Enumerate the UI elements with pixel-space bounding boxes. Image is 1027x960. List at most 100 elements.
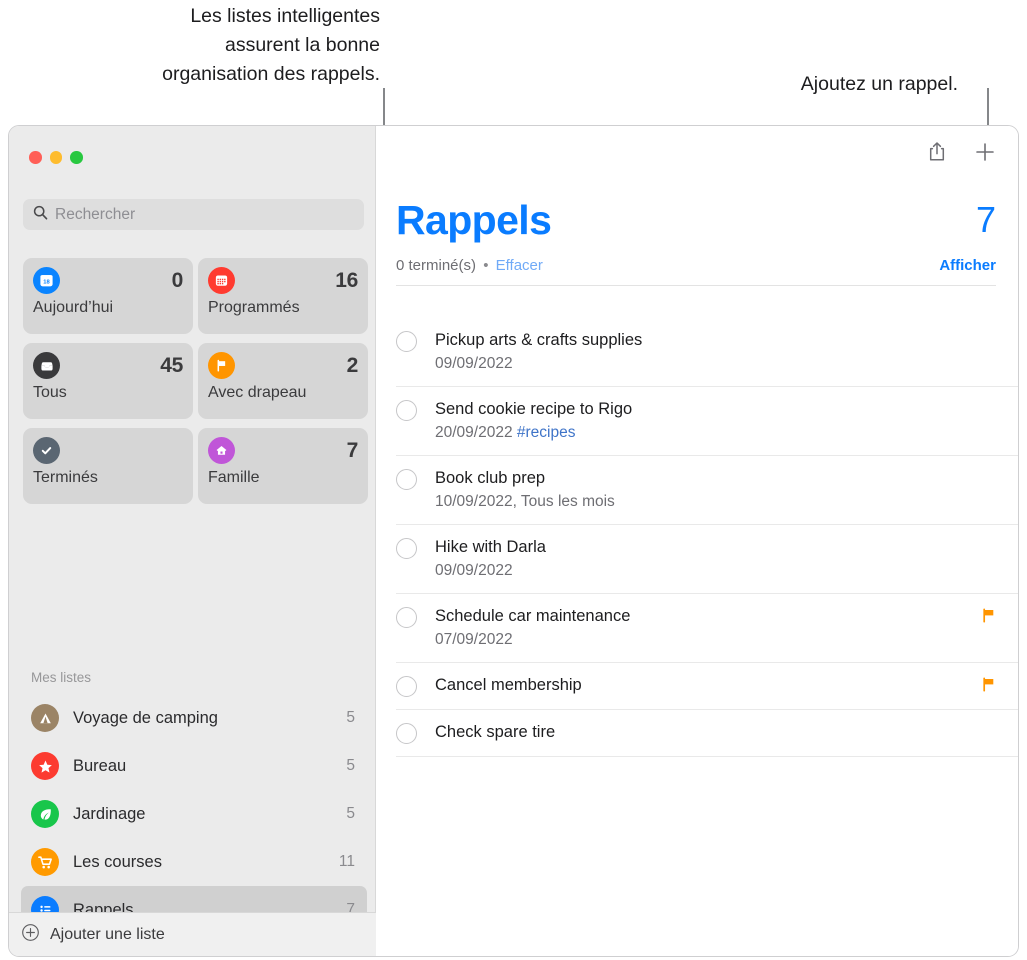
calendar-today-icon: 18: [33, 267, 60, 294]
main-toolbar: [926, 140, 996, 164]
main-content: Rappels 7 0 terminé(s) • Effacer Affiche…: [376, 126, 1018, 956]
sidebar-item-label: Bureau: [73, 757, 346, 776]
reminder-row[interactable]: Hike with Darla 09/09/2022: [396, 525, 1018, 594]
search-input[interactable]: Rechercher: [23, 199, 364, 230]
tent-icon: [31, 704, 59, 732]
smart-list-label: Avec drapeau: [208, 384, 358, 402]
reminder-title: Schedule car maintenance: [435, 606, 996, 627]
reminder-row[interactable]: Pickup arts & crafts supplies 09/09/2022: [396, 318, 1018, 387]
zoom-button[interactable]: [70, 151, 83, 164]
plus-icon[interactable]: [974, 141, 996, 163]
sidebar-item-jardinage[interactable]: Jardinage 5: [21, 790, 367, 838]
smart-list-count: 16: [335, 269, 358, 293]
smart-lists-grid: 18 0 Aujourd’hui 16 Programmés: [23, 258, 367, 504]
smart-list-flagged[interactable]: 2 Avec drapeau: [198, 343, 368, 419]
window-traffic-lights: [29, 151, 83, 164]
sidebar-item-bureau[interactable]: Bureau 5: [21, 742, 367, 790]
reminder-row[interactable]: Send cookie recipe to Rigo 20/09/2022 #r…: [396, 387, 1018, 456]
smart-list-scheduled[interactable]: 16 Programmés: [198, 258, 368, 334]
flag-icon: [208, 352, 235, 379]
inbox-icon: [33, 352, 60, 379]
reminder-checkbox[interactable]: [396, 331, 417, 352]
plus-circle-icon: [21, 923, 40, 947]
smart-list-count: 0: [172, 269, 183, 293]
minimize-button[interactable]: [50, 151, 63, 164]
reminder-meta: 09/09/2022: [435, 560, 996, 581]
svg-text:18: 18: [43, 280, 50, 286]
callout-smart-lists: Les listes intelligentes assurent la bon…: [40, 2, 380, 89]
reminder-meta: 09/09/2022: [435, 353, 996, 374]
reminder-date: 20/09/2022: [435, 424, 513, 441]
flag-icon[interactable]: [982, 677, 996, 692]
reminder-checkbox[interactable]: [396, 676, 417, 697]
sidebar-item-voyage-de-camping[interactable]: Voyage de camping 5: [21, 694, 367, 742]
reminder-title: Book club prep: [435, 468, 996, 489]
search-icon: [33, 205, 48, 225]
reminder-checkbox[interactable]: [396, 607, 417, 628]
main-header: Rappels 7 0 terminé(s) • Effacer Affiche…: [396, 198, 996, 286]
reminder-checkbox[interactable]: [396, 723, 417, 744]
reminder-meta: 20/09/2022 #recipes: [435, 422, 996, 443]
sidebar-item-count: 5: [346, 805, 355, 823]
smart-list-completed[interactable]: Terminés: [23, 428, 193, 504]
sidebar-item-count: 5: [346, 709, 355, 727]
smart-list-count: 2: [347, 354, 358, 378]
page-count: 7: [976, 198, 996, 242]
sidebar-item-count: 11: [339, 853, 355, 871]
show-link[interactable]: Afficher: [939, 257, 996, 274]
sidebar-item-count: 5: [346, 757, 355, 775]
calendar-scheduled-icon: [208, 267, 235, 294]
smart-list-label: Tous: [33, 384, 183, 402]
page-title: Rappels: [396, 198, 551, 242]
sidebar: Rechercher 18 0 Aujourd’hui: [9, 126, 376, 956]
add-list-button[interactable]: Ajouter une liste: [9, 912, 376, 956]
search-placeholder: Rechercher: [55, 206, 135, 224]
reminder-date: 09/09/2022: [435, 355, 513, 372]
sidebar-item-label: Les courses: [73, 853, 339, 872]
reminder-date: 10/09/2022, Tous les mois: [435, 493, 615, 510]
reminder-title: Check spare tire: [435, 722, 996, 743]
reminder-title: Pickup arts & crafts supplies: [435, 330, 996, 351]
reminder-checkbox[interactable]: [396, 400, 417, 421]
reminder-row[interactable]: Schedule car maintenance 07/09/2022: [396, 594, 1018, 663]
sidebar-item-label: Jardinage: [73, 805, 346, 824]
screenshot-root: Les listes intelligentes assurent la bon…: [0, 0, 1027, 960]
house-icon: [208, 437, 235, 464]
smart-list-label: Famille: [208, 469, 358, 487]
reminder-meta: 10/09/2022, Tous les mois: [435, 491, 996, 512]
reminder-row[interactable]: Cancel membership: [396, 663, 1018, 710]
reminders-list: Pickup arts & crafts supplies 09/09/2022…: [396, 318, 1018, 757]
leaf-icon: [31, 800, 59, 828]
flag-icon[interactable]: [982, 608, 996, 623]
summary-separator: •: [483, 257, 488, 274]
reminder-checkbox[interactable]: [396, 469, 417, 490]
smart-list-count: 45: [160, 354, 183, 378]
reminder-date: 07/09/2022: [435, 631, 513, 648]
reminder-title: Hike with Darla: [435, 537, 996, 558]
sidebar-item-les-courses[interactable]: Les courses 11: [21, 838, 367, 886]
add-list-label: Ajouter une liste: [50, 926, 165, 944]
smart-list-label: Programmés: [208, 299, 358, 317]
reminder-title: Cancel membership: [435, 675, 996, 696]
smart-list-family[interactable]: 7 Famille: [198, 428, 368, 504]
close-button[interactable]: [29, 151, 42, 164]
share-icon[interactable]: [926, 140, 948, 164]
reminder-row[interactable]: Book club prep 10/09/2022, Tous les mois: [396, 456, 1018, 525]
reminder-title: Send cookie recipe to Rigo: [435, 399, 996, 420]
smart-list-label: Aujourd’hui: [33, 299, 183, 317]
checkmark-icon: [33, 437, 60, 464]
reminder-row[interactable]: Check spare tire: [396, 710, 1018, 757]
reminder-checkbox[interactable]: [396, 538, 417, 559]
smart-list-label: Terminés: [33, 469, 183, 487]
clear-link[interactable]: Effacer: [496, 257, 543, 274]
completed-count-text: 0 terminé(s): [396, 257, 476, 274]
reminder-meta: 07/09/2022: [435, 629, 996, 650]
callout-add-reminder: Ajoutez un rappel.: [700, 70, 958, 99]
reminder-date: 09/09/2022: [435, 562, 513, 579]
smart-list-today[interactable]: 18 0 Aujourd’hui: [23, 258, 193, 334]
reminder-tag[interactable]: #recipes: [517, 424, 576, 441]
smart-list-all[interactable]: 45 Tous: [23, 343, 193, 419]
cart-icon: [31, 848, 59, 876]
my-lists-section-title: Mes listes: [31, 670, 91, 685]
sidebar-item-label: Voyage de camping: [73, 709, 346, 728]
